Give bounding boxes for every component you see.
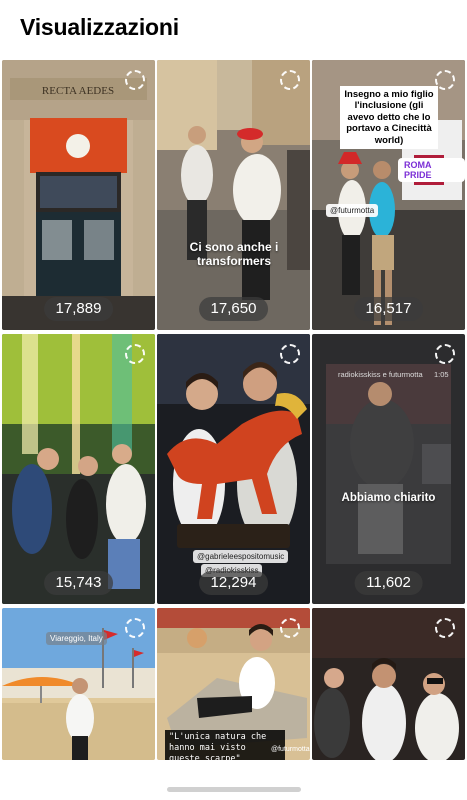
story-ring-icon (435, 70, 455, 90)
story-ring-icon (435, 618, 455, 638)
mention-tag: @futurmotta (326, 204, 379, 217)
story-thumbnail-1: RECTA AEDES (2, 60, 155, 330)
story-ring-icon (125, 618, 145, 638)
story-ring-icon (125, 344, 145, 364)
story-caption: Abbiamo chiarito (341, 492, 436, 504)
building-sign-text: RECTA AEDES (42, 85, 114, 97)
story-thumbnail-4 (2, 334, 155, 604)
story-tile-6[interactable]: radiokisskiss e futurmotta 1:05 Abbiamo … (312, 334, 465, 604)
page-title: Visualizzazioni (20, 14, 179, 40)
story-caption: Insegno a mio figlio l'inclusione (gli a… (340, 86, 438, 149)
location-sticker: Viareggio, Italy (46, 632, 107, 645)
views-count: 12,294 (198, 570, 269, 595)
views-count: 16,517 (353, 296, 424, 321)
story-ring-icon (280, 618, 300, 638)
time-label: 1:05 (434, 370, 449, 379)
story-tile-9[interactable] (312, 608, 465, 760)
story-ring-icon (435, 344, 455, 364)
views-count: 17,650 (198, 296, 269, 321)
header: Visualizzazioni (0, 0, 467, 58)
account-label: radiokisskiss e futurmotta (338, 370, 423, 379)
story-tile-4[interactable]: 15,743 (2, 334, 155, 604)
home-indicator (166, 787, 301, 792)
roma-pride-badge: ROMA PRIDE (398, 158, 465, 182)
story-ring-icon (280, 344, 300, 364)
story-ring-icon (125, 70, 145, 90)
story-tile-5[interactable]: @gabrieleespositomusic @radiokisskiss 12… (157, 334, 310, 604)
story-ring-icon (280, 70, 300, 90)
story-tile-3[interactable]: Insegno a mio figlio l'inclusione (gli a… (312, 60, 465, 330)
mention-tag: @futurmotta (271, 746, 310, 753)
story-caption: Ci sono anche i transformers (189, 240, 279, 269)
story-tile-2[interactable]: Ci sono anche i transformers 17,650 (157, 60, 310, 330)
story-tile-7[interactable]: Viareggio, Italy (2, 608, 155, 760)
stories-grid: RECTA AEDES 17,889 Ci sono anche i trans… (0, 58, 467, 760)
views-count: 11,602 (354, 570, 423, 595)
views-count: 17,889 (43, 296, 114, 321)
bottom-safe-area (0, 760, 467, 800)
story-thumbnail-2 (157, 60, 310, 330)
story-tile-1[interactable]: RECTA AEDES 17,889 (2, 60, 155, 330)
views-count: 15,743 (43, 570, 114, 595)
mention-tag: @gabrieleespositomusic (193, 550, 289, 563)
story-tile-8[interactable]: "L'unica natura che hanno mai visto ques… (157, 608, 310, 760)
